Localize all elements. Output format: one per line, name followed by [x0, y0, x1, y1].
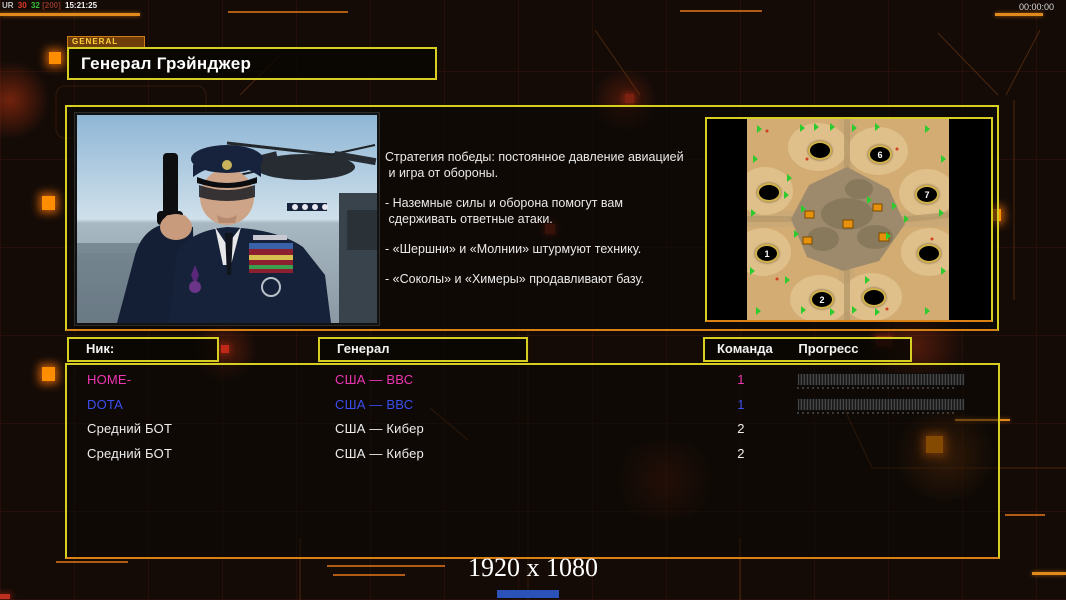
top-line-deco: [680, 10, 762, 12]
table-row: Средний БОТ США — Кибер 2: [67, 417, 998, 441]
portrait-art: [77, 115, 377, 323]
general-name: Генерал Грэйнджер: [69, 49, 435, 74]
crater-marker: [757, 183, 781, 202]
minimap-box: 6 7 1 2: [705, 117, 993, 322]
start-position-marker: 1: [755, 244, 779, 263]
header-general: Генерал: [318, 337, 528, 362]
orange-square-deco: [49, 52, 61, 64]
player-team: 1: [729, 372, 753, 388]
player-team: 2: [729, 446, 753, 462]
game-screen: UR 30 32 [200] 15:21:25 00:00:00 GENERAL…: [0, 0, 1066, 600]
player-nick: Средний БОТ: [87, 421, 172, 437]
minimap-terrain: [747, 119, 949, 320]
start-position-number: 1: [764, 249, 769, 259]
briefing-line: - «Шершни» и «Молнии» штурмуют технику.: [385, 241, 707, 257]
header-team-progress: Команда Прогресс: [703, 337, 912, 362]
player-general: США — Кибер: [335, 446, 424, 462]
progress-bar-fill: [797, 398, 965, 411]
player-nick: HOME-: [87, 372, 131, 388]
resolution-label: 1920 x 1080: [0, 553, 1066, 583]
debug-ur: UR: [2, 1, 14, 10]
debug-readout: UR 30 32 [200] 15:21:25: [2, 1, 99, 10]
header-team-label: Команда: [705, 341, 773, 356]
player-nick: Средний БОТ: [87, 446, 172, 462]
match-timer: 00:00:00: [1019, 2, 1054, 12]
debug-bracket: [200]: [42, 1, 61, 10]
top-line-deco: [228, 11, 348, 13]
start-position-marker: 2: [810, 290, 834, 309]
progress-bar-fill: [797, 373, 965, 386]
progress-bar-dots: [797, 412, 955, 414]
start-position-marker: 6: [868, 145, 892, 164]
general-title-box: Генерал Грэйнджер: [67, 47, 437, 80]
header-progress-label: Прогресс: [798, 341, 858, 356]
start-position-number: 2: [819, 295, 824, 305]
red-square-deco: [221, 345, 229, 353]
briefing-panel: Стратегия победы: постоянное давление ав…: [65, 105, 999, 331]
crater-marker: [862, 288, 886, 307]
debug-fps: 30: [18, 1, 27, 10]
debug-clock: 15:21:25: [65, 1, 97, 10]
player-general: США — Кибер: [335, 421, 424, 437]
player-general: США — ВВС: [335, 397, 413, 413]
briefing-line: - Наземные силы и оборона помогут вам сд…: [385, 195, 707, 227]
crater-marker: [917, 244, 941, 263]
orange-square-deco: [42, 367, 55, 381]
player-general: США — ВВС: [335, 372, 413, 388]
header-nick-label: Ник:: [69, 339, 217, 359]
table-row: HOME- США — ВВС 1: [67, 368, 998, 392]
player-team: 1: [729, 397, 753, 413]
header-nick: Ник:: [67, 337, 219, 362]
debug-val: 32: [31, 1, 40, 10]
red-square-deco: [625, 94, 634, 103]
progress-bar: [797, 373, 965, 389]
red-dash-deco: [0, 594, 10, 599]
orange-square-deco: [42, 196, 55, 210]
player-table: HOME- США — ВВС 1 DOTA США — ВВС 1 Средний БОТ…: [65, 363, 1000, 559]
general-portrait: [75, 113, 379, 325]
minimap: 6 7 1 2: [747, 119, 949, 320]
top-line-deco: [995, 13, 1043, 16]
crater-marker: [808, 141, 832, 160]
bottom-blue-bar: [497, 590, 559, 598]
line-deco: [1005, 514, 1045, 516]
player-nick: DOTA: [87, 397, 123, 413]
start-position-marker: 7: [915, 185, 939, 204]
start-position-number: 6: [877, 150, 882, 160]
table-row: DOTA США — ВВС 1: [67, 393, 998, 417]
player-table-body: HOME- США — ВВС 1 DOTA США — ВВС 1 Средний БОТ…: [67, 365, 998, 557]
player-team: 2: [729, 421, 753, 437]
strategy-briefing: Стратегия победы: постоянное давление ав…: [385, 149, 707, 301]
top-line-deco: [0, 13, 140, 16]
start-position-number: 7: [924, 190, 929, 200]
progress-bar-dots: [797, 387, 955, 389]
briefing-line: Стратегия победы: постоянное давление ав…: [385, 149, 707, 181]
progress-bar: [797, 398, 965, 414]
briefing-line: - «Соколы» и «Химеры» продавливают базу.: [385, 271, 707, 287]
header-general-label: Генерал: [320, 339, 526, 359]
table-row: Средний БОТ США — Кибер 2: [67, 442, 998, 466]
